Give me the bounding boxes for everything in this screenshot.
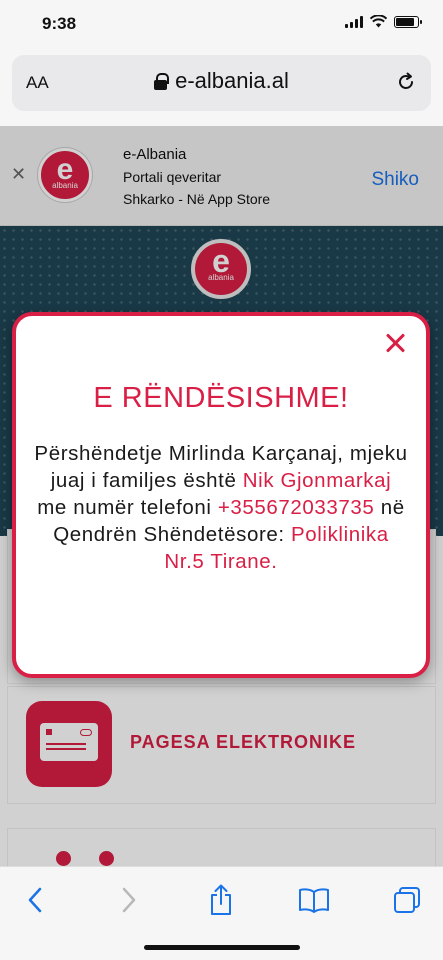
browser-toolbar [0,866,443,960]
book-icon [299,888,329,913]
forward-button[interactable] [112,883,146,917]
reload-icon[interactable] [395,71,417,93]
modal-message: Përshëndetje Mirlinda Karçanaj, mjeku ju… [34,440,408,575]
tabs-icon [394,887,420,913]
doctor-phone: +355672033735 [217,496,375,519]
tabs-button[interactable] [390,883,424,917]
cellular-signal-icon [345,15,363,28]
doctor-name: Nik Gjonmarkaj [242,469,392,492]
browser-address-area: AA e-albania.al [0,50,443,126]
wifi-icon [370,15,387,28]
address-bar[interactable]: AA e-albania.al [12,55,431,111]
chevron-right-icon [122,887,136,913]
lock-icon [154,72,170,90]
close-icon[interactable] [382,330,408,356]
share-button[interactable] [204,883,238,917]
back-button[interactable] [18,883,52,917]
status-time: 9:38 [42,14,77,33]
chevron-left-icon [28,887,42,913]
battery-icon [394,15,422,28]
status-icons [345,15,422,28]
message-phone-intro: me numër telefoni [37,496,212,519]
url-display[interactable]: e-albania.al [12,68,431,94]
modal-title: E RËNDËSISHME! [93,382,349,414]
share-icon [211,884,231,915]
home-indicator [144,945,300,950]
status-bar: 9:38 [0,0,443,50]
important-notice-modal: E RËNDËSISHME! Përshëndetje Mirlinda Kar… [12,312,430,678]
url-text: e-albania.al [175,68,289,93]
bookmarks-button[interactable] [297,883,331,917]
